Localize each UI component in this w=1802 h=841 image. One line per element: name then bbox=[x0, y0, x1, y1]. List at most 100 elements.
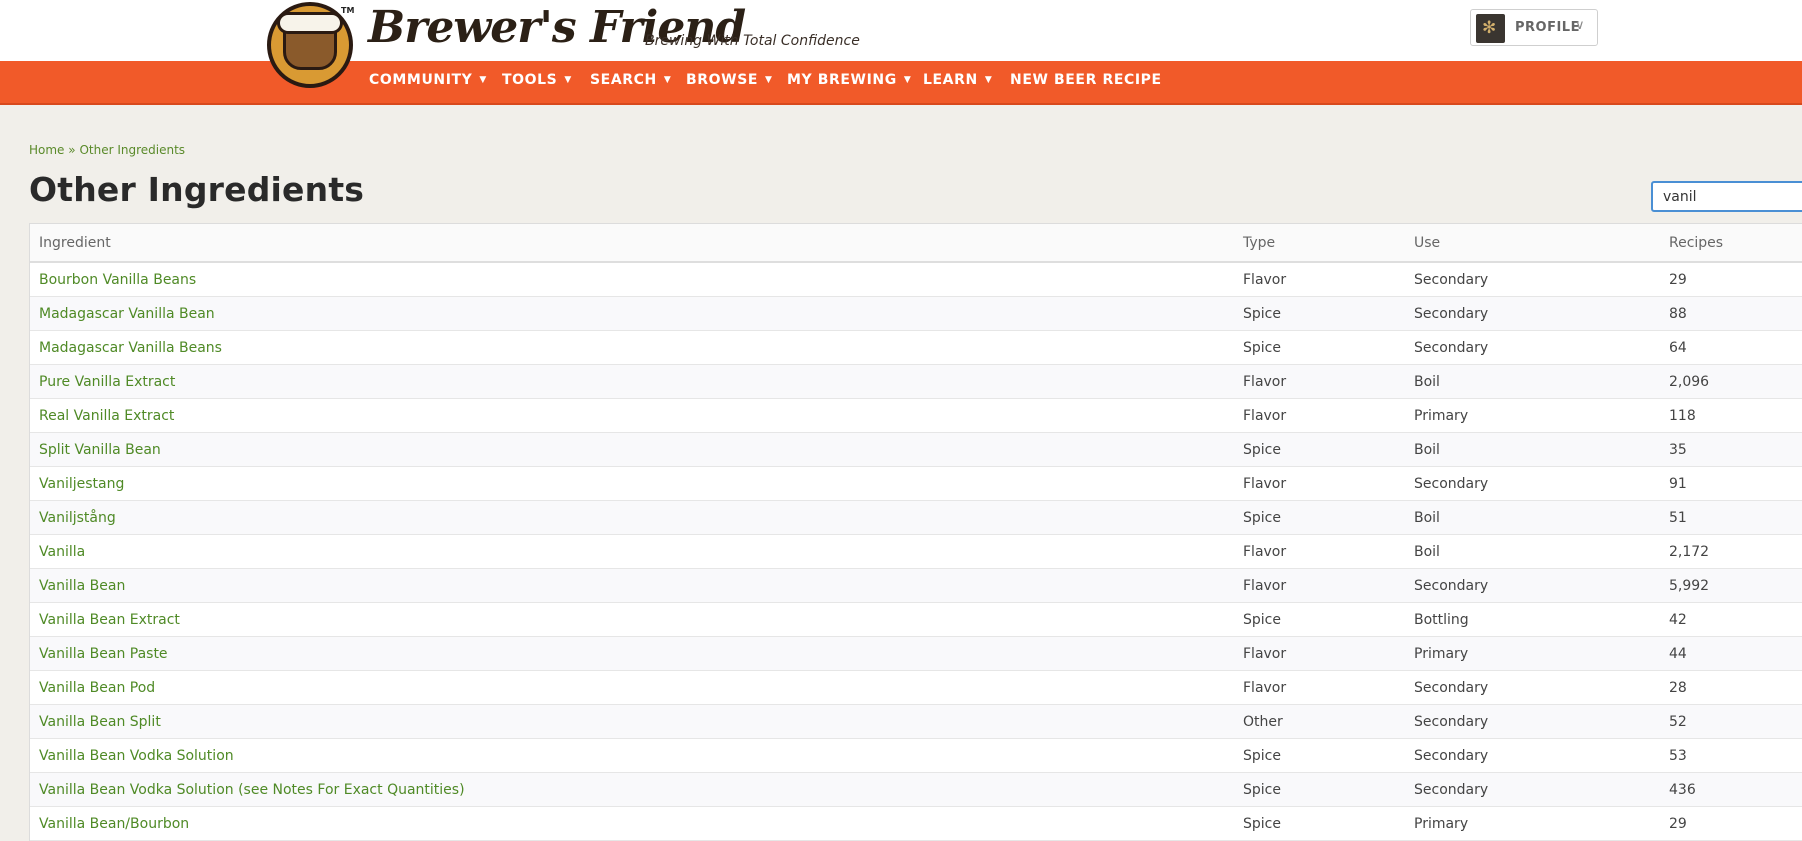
ingredient-link[interactable]: Vanilla Bean Vodka Solution (see Notes F… bbox=[39, 782, 465, 798]
ingredient-cell: Vanilla Bean Split bbox=[30, 704, 1234, 739]
recipes-cell: 2,096 bbox=[1660, 364, 1802, 399]
type-cell: Spice bbox=[1234, 602, 1405, 637]
table-row: Bourbon Vanilla Beans Flavor Secondary 29 bbox=[30, 262, 1802, 297]
ingredient-cell: Madagascar Vanilla Bean bbox=[30, 296, 1234, 331]
avatar: ✻ bbox=[1476, 14, 1505, 43]
ingredient-link[interactable]: Vanilla Bean Paste bbox=[39, 646, 168, 662]
ingredient-link[interactable]: Vanilla Bean Vodka Solution bbox=[39, 748, 234, 764]
type-cell: Flavor bbox=[1234, 466, 1405, 501]
use-cell: Secondary bbox=[1405, 466, 1660, 501]
caret-down-icon: ▼ bbox=[479, 75, 487, 85]
ingredient-link[interactable]: Vaniljstång bbox=[39, 510, 116, 526]
ingredient-link[interactable]: Vanilla Bean bbox=[39, 578, 125, 594]
table-row: Vanilla Bean Flavor Secondary 5,992 bbox=[30, 568, 1802, 603]
recipes-cell: 29 bbox=[1660, 806, 1802, 841]
ingredient-cell: Pure Vanilla Extract bbox=[30, 364, 1234, 399]
column-header-type[interactable]: Type bbox=[1234, 224, 1405, 263]
type-cell: Flavor bbox=[1234, 364, 1405, 399]
nav-item-tools[interactable]: TOOLS ▼ bbox=[502, 72, 572, 88]
ingredient-cell: Vanilla Bean Vodka Solution (see Notes F… bbox=[30, 772, 1234, 807]
use-cell: Secondary bbox=[1405, 738, 1660, 773]
type-cell: Spice bbox=[1234, 432, 1405, 467]
ingredient-link[interactable]: Vanilla Bean/Bourbon bbox=[39, 816, 189, 832]
nav-item-label: TOOLS bbox=[502, 72, 558, 88]
breadcrumb-separator: » bbox=[68, 143, 76, 157]
ingredient-link[interactable]: Vanilla Bean Split bbox=[39, 714, 161, 730]
nav-item-label: BROWSE bbox=[686, 72, 759, 88]
table-header-row: Ingredient Type Use Recipes bbox=[30, 224, 1802, 263]
type-cell: Flavor bbox=[1234, 534, 1405, 569]
type-cell: Flavor bbox=[1234, 568, 1405, 603]
recipes-cell: 2,172 bbox=[1660, 534, 1802, 569]
recipes-cell: 42 bbox=[1660, 602, 1802, 637]
table-row: Vanilla Flavor Boil 2,172 bbox=[30, 534, 1802, 569]
recipes-cell: 118 bbox=[1660, 398, 1802, 433]
type-cell: Spice bbox=[1234, 330, 1405, 365]
ingredients-table: Ingredient Type Use Recipes Bourbon Vani… bbox=[29, 223, 1802, 841]
nav-item-search[interactable]: SEARCH ▼ bbox=[590, 72, 671, 88]
nav-item-label: MY BREWING bbox=[787, 72, 897, 88]
nav-item-community[interactable]: COMMUNITY ▼ bbox=[369, 72, 487, 88]
ingredient-link[interactable]: Real Vanilla Extract bbox=[39, 408, 174, 424]
nav-item-learn[interactable]: LEARN ▼ bbox=[923, 72, 992, 88]
recipes-cell: 28 bbox=[1660, 670, 1802, 705]
table-row: Vanilla Bean Split Other Secondary 52 bbox=[30, 704, 1802, 739]
caret-down-icon: ▼ bbox=[984, 75, 993, 85]
ingredient-link[interactable]: Madagascar Vanilla Bean bbox=[39, 306, 215, 322]
type-cell: Spice bbox=[1234, 806, 1405, 841]
brand-tagline: Brewing With Total Confidence bbox=[645, 33, 860, 49]
ingredient-link[interactable]: Vanilla bbox=[39, 544, 85, 560]
type-cell: Flavor bbox=[1234, 670, 1405, 705]
ingredient-link[interactable]: Split Vanilla Bean bbox=[39, 442, 161, 458]
type-cell: Flavor bbox=[1234, 636, 1405, 671]
nav-item-my-brewing[interactable]: MY BREWING ▼ bbox=[787, 72, 911, 88]
breadcrumb: Home » Other Ingredients bbox=[29, 143, 185, 157]
ingredient-link[interactable]: Pure Vanilla Extract bbox=[39, 374, 175, 390]
use-cell: Boil bbox=[1405, 364, 1660, 399]
ingredient-link[interactable]: Vaniljestang bbox=[39, 476, 124, 492]
use-cell: Bottling bbox=[1405, 602, 1660, 637]
use-cell: Boil bbox=[1405, 534, 1660, 569]
table-row: Vanilla Bean Vodka Solution Spice Secondar… bbox=[30, 738, 1802, 773]
recipes-cell: 88 bbox=[1660, 296, 1802, 331]
nav-item-browse[interactable]: BROWSE ▼ bbox=[686, 72, 773, 88]
column-header-ingredient[interactable]: Ingredient bbox=[30, 224, 1234, 263]
ingredient-cell: Vanilla bbox=[30, 534, 1234, 569]
ingredient-cell: Vanilla Bean Paste bbox=[30, 636, 1234, 671]
brand-logo-icon[interactable] bbox=[267, 2, 353, 88]
table-row: Split Vanilla Bean Spice Boil 35 bbox=[30, 432, 1802, 467]
table-row: Real Vanilla Extract Flavor Primary 118 bbox=[30, 398, 1802, 433]
profile-menu-button[interactable]: ✻ PROFILE ∨ bbox=[1470, 9, 1598, 46]
maple-leaf-icon: ✻ bbox=[1482, 18, 1497, 38]
breadcrumb-current[interactable]: Other Ingredients bbox=[79, 143, 185, 157]
column-header-use[interactable]: Use bbox=[1405, 224, 1660, 263]
column-header-recipes[interactable]: Recipes bbox=[1660, 224, 1802, 263]
ingredient-cell: Vanilla Bean Extract bbox=[30, 602, 1234, 637]
caret-down-icon: ▼ bbox=[765, 75, 773, 85]
ingredient-link[interactable]: Bourbon Vanilla Beans bbox=[39, 272, 196, 288]
ingredient-cell: Madagascar Vanilla Beans bbox=[30, 330, 1234, 365]
beer-foam-icon bbox=[277, 12, 343, 34]
use-cell: Primary bbox=[1405, 398, 1660, 433]
use-cell: Secondary bbox=[1405, 772, 1660, 807]
ingredient-cell: Vanilla Bean Vodka Solution bbox=[30, 738, 1234, 773]
ingredient-cell: Vaniljstång bbox=[30, 500, 1234, 535]
trademark-mark: TM bbox=[341, 6, 355, 15]
recipes-cell: 64 bbox=[1660, 330, 1802, 365]
search-input[interactable] bbox=[1651, 181, 1802, 212]
ingredient-link[interactable]: Madagascar Vanilla Beans bbox=[39, 340, 222, 356]
breadcrumb-home-link[interactable]: Home bbox=[29, 143, 64, 157]
type-cell: Flavor bbox=[1234, 398, 1405, 433]
nav-item-new-beer-recipe[interactable]: NEW BEER RECIPE bbox=[1010, 72, 1162, 88]
type-cell: Spice bbox=[1234, 296, 1405, 331]
chevron-down-icon: ∨ bbox=[1575, 18, 1585, 33]
ingredient-cell: Real Vanilla Extract bbox=[30, 398, 1234, 433]
use-cell: Secondary bbox=[1405, 670, 1660, 705]
nav-item-label: LEARN bbox=[923, 72, 978, 88]
table-row: Vaniljestang Flavor Secondary 91 bbox=[30, 466, 1802, 501]
table-row: Pure Vanilla Extract Flavor Boil 2,096 bbox=[30, 364, 1802, 399]
table-row: Vaniljstång Spice Boil 51 bbox=[30, 500, 1802, 535]
ingredient-link[interactable]: Vanilla Bean Extract bbox=[39, 612, 180, 628]
ingredient-link[interactable]: Vanilla Bean Pod bbox=[39, 680, 155, 696]
ingredient-cell: Bourbon Vanilla Beans bbox=[30, 262, 1234, 297]
